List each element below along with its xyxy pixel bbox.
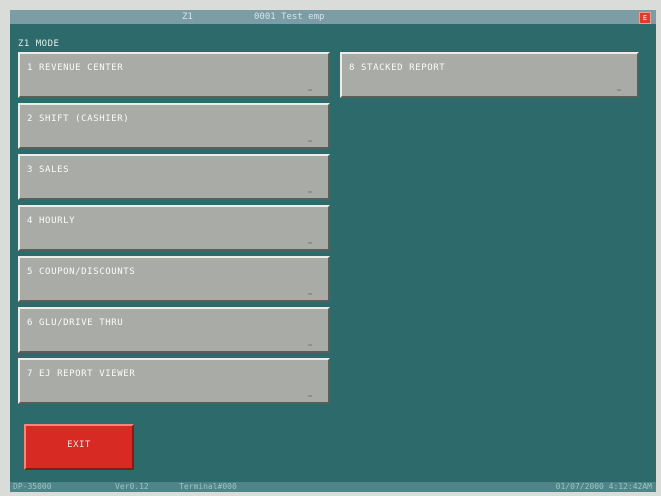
status-model: DP-35000 — [13, 482, 52, 491]
title-clerk: 0001 Test emp — [254, 12, 325, 22]
button-label: 5 COUPON/DISCOUNTS — [27, 267, 136, 277]
close-button[interactable]: E — [639, 12, 651, 24]
exit-label: EXIT — [67, 440, 91, 450]
coupon-discounts-button[interactable]: 5 COUPON/DISCOUNTS — [18, 256, 330, 302]
mode-label: Z1 MODE — [18, 39, 60, 49]
button-label: 1 REVENUE CENTER — [27, 63, 124, 73]
shift-cashier-button[interactable]: 2 SHIFT (CASHIER) — [18, 103, 330, 149]
button-corner-mark — [308, 293, 312, 295]
status-version: Ver0.12 — [115, 482, 149, 491]
status-datetime: 01/07/2000 4:12:42AM — [555, 482, 652, 491]
stacked-report-button[interactable]: 8 STACKED REPORT — [340, 52, 639, 98]
glu-drive-thru-button[interactable]: 6 GLU/DRIVE THRU — [18, 307, 330, 353]
close-icon: E — [642, 14, 648, 22]
button-label: 3 SALES — [27, 165, 70, 175]
status-bar: DP-35000 Ver0.12 Terminal#000 01/07/2000… — [10, 482, 656, 492]
hourly-button[interactable]: 4 HOURLY — [18, 205, 330, 251]
button-label: 2 SHIFT (CASHIER) — [27, 114, 130, 124]
exit-button[interactable]: EXIT — [24, 424, 134, 470]
button-corner-mark — [308, 242, 312, 244]
sales-button[interactable]: 3 SALES — [18, 154, 330, 200]
title-terminal: Z1 — [182, 12, 193, 22]
button-corner-mark — [308, 344, 312, 346]
ej-report-viewer-button[interactable]: 7 EJ REPORT VIEWER — [18, 358, 330, 404]
button-corner-mark — [308, 191, 312, 193]
app-window: Z1 0001 Test emp E Z1 MODE 1 REVENUE CEN… — [10, 10, 656, 492]
title-bar: Z1 0001 Test emp E — [10, 10, 656, 24]
button-corner-mark — [308, 395, 312, 397]
button-corner-mark — [308, 89, 312, 91]
button-corner-mark — [308, 140, 312, 142]
pos-screen: Z1 0001 Test emp E Z1 MODE 1 REVENUE CEN… — [0, 0, 661, 496]
button-label: 8 STACKED REPORT — [349, 63, 446, 73]
revenue-center-button[interactable]: 1 REVENUE CENTER — [18, 52, 330, 98]
status-terminal: Terminal#000 — [179, 482, 237, 491]
button-label: 7 EJ REPORT VIEWER — [27, 369, 136, 379]
button-corner-mark — [617, 89, 621, 91]
button-label: 4 HOURLY — [27, 216, 76, 226]
button-label: 6 GLU/DRIVE THRU — [27, 318, 124, 328]
